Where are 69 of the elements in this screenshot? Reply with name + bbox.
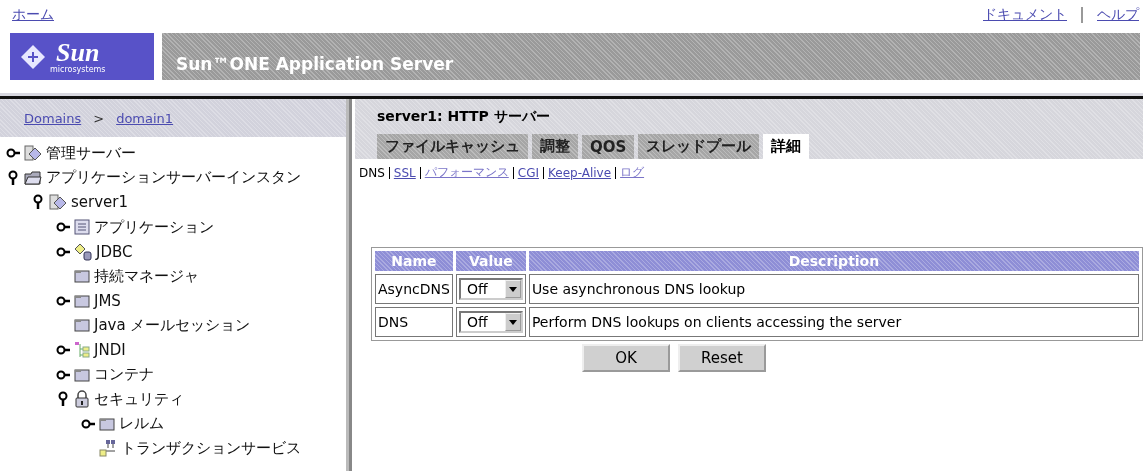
tab[interactable]: スレッドプール — [638, 134, 760, 159]
lock-icon — [74, 390, 90, 409]
tree-item[interactable]: 管理サーバー — [46, 143, 136, 163]
tree-item[interactable]: アプリケーション — [94, 217, 214, 237]
list-icon — [74, 219, 90, 236]
table-cell: AsyncDNS — [375, 274, 453, 304]
folder-icon — [24, 169, 42, 186]
server-icon — [24, 144, 42, 163]
tree-item[interactable]: server1 — [71, 193, 129, 212]
section-link[interactable]: パフォーマンス — [424, 164, 509, 181]
breadcrumb-link[interactable]: Domains — [24, 110, 82, 126]
column-header: Value — [455, 251, 526, 271]
folder-icon — [74, 318, 90, 333]
section-link[interactable]: CGI — [517, 165, 539, 180]
tree-icon — [74, 341, 90, 360]
expanded-toggle-icon[interactable] — [31, 194, 45, 211]
collapsed-toggle-icon[interactable] — [56, 222, 70, 233]
dropdown-arrow-icon — [508, 286, 517, 292]
sun-logo: Sun microsystems — [10, 33, 154, 80]
tree-item[interactable]: 持続マネージャ — [94, 266, 199, 286]
header-link[interactable]: ヘルプ — [1097, 6, 1139, 24]
breadcrumb-link[interactable]: domain1 — [116, 110, 174, 126]
column-header: Name — [375, 251, 453, 271]
page-title: server1: HTTP サーバー — [377, 108, 550, 124]
tab[interactable]: 調整 — [532, 134, 578, 159]
dropdown-arrow-icon — [508, 319, 517, 325]
section-link[interactable]: Keep-Alive — [548, 165, 612, 180]
tree-item[interactable]: JMS — [94, 291, 121, 310]
section-link[interactable]: ログ — [620, 164, 645, 181]
collapsed-toggle-icon[interactable] — [81, 418, 95, 429]
form-button[interactable]: Reset — [678, 344, 766, 372]
section-label: DNS — [359, 165, 385, 180]
expanded-toggle-icon[interactable] — [6, 169, 20, 186]
tab[interactable]: ファイルキャッシュ — [377, 134, 528, 159]
tree-item[interactable]: コンテナ — [94, 365, 154, 385]
table-cell: Use asynchronous DNS lookup — [528, 274, 1139, 304]
table-cell: Perform DNS lookups on clients accessing the server — [528, 307, 1139, 337]
folder-icon — [74, 269, 90, 284]
value-dropdown[interactable]: Off — [458, 311, 523, 333]
collapsed-toggle-icon[interactable] — [6, 148, 20, 159]
tab[interactable]: 詳細 — [763, 134, 810, 159]
database-icon — [74, 242, 92, 261]
expanded-toggle-icon[interactable] — [56, 391, 70, 408]
value-dropdown[interactable]: Off — [458, 278, 523, 300]
server-icon — [49, 193, 67, 212]
tree-item[interactable]: JDBC — [96, 242, 133, 261]
breadcrumb-separator: > — [93, 110, 105, 126]
tree-item[interactable]: レルム — [119, 414, 164, 434]
tree-item[interactable]: アプリケーションサーバーインスタン — [46, 168, 301, 188]
home-link[interactable]: ホーム — [12, 6, 54, 24]
collapsed-toggle-icon[interactable] — [56, 369, 70, 380]
column-header: Description — [528, 251, 1139, 271]
network-icon — [99, 439, 117, 458]
folder-icon — [74, 293, 90, 308]
header-link[interactable]: ドキュメント — [983, 6, 1067, 24]
folder-icon — [74, 367, 90, 382]
section-link[interactable]: SSL — [393, 165, 416, 180]
collapsed-toggle-icon[interactable] — [56, 246, 70, 257]
product-title: Sun™ONE Application Server — [176, 54, 454, 74]
tree-item[interactable]: トランザクションサービス — [121, 438, 301, 458]
tree-item[interactable]: Java メールセッション — [94, 315, 251, 335]
tree-item[interactable]: セキュリティ — [94, 389, 184, 409]
collapsed-toggle-icon[interactable] — [56, 345, 70, 356]
tab[interactable]: QOS — [582, 135, 635, 159]
form-button[interactable]: OK — [582, 344, 670, 372]
folder-icon — [99, 416, 115, 431]
table-cell: DNS — [375, 307, 453, 337]
collapsed-toggle-icon[interactable] — [56, 295, 70, 306]
tree-item[interactable]: JNDI — [94, 341, 126, 360]
